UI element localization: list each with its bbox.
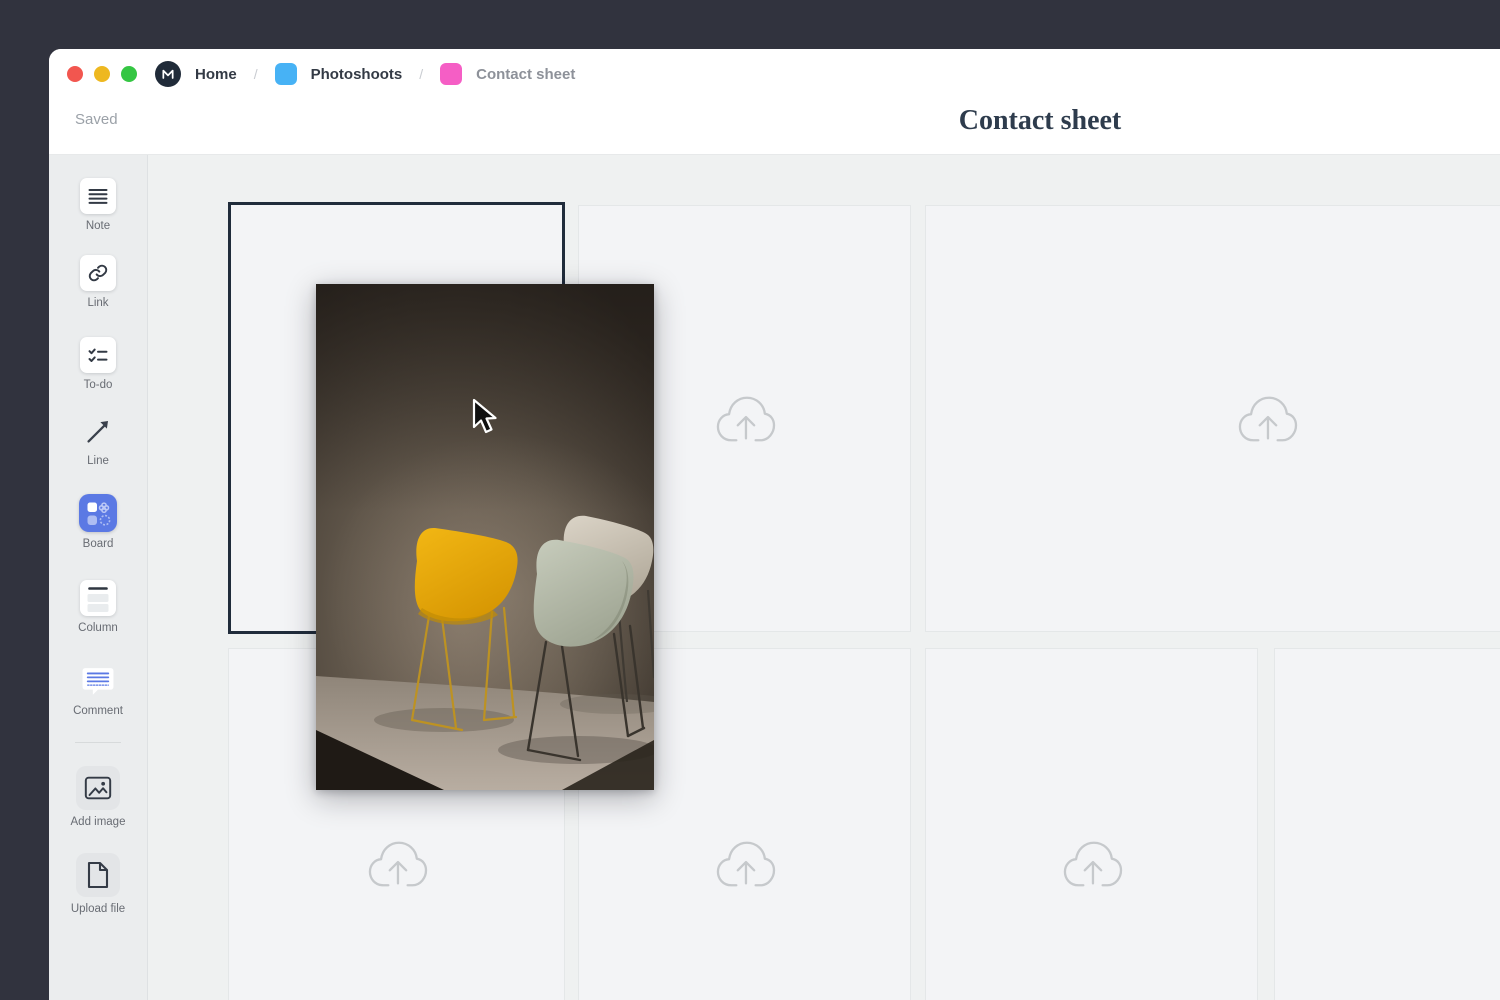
sidebar-item-add-image[interactable]: Add image: [49, 766, 147, 828]
dragged-photo-chairs[interactable]: [316, 284, 654, 790]
cloud-upload-icon: [712, 835, 778, 893]
breadcrumb-separator: /: [416, 66, 426, 82]
grid-cell-upload[interactable]: [925, 205, 1500, 632]
sidebar-item-note[interactable]: Note: [49, 178, 147, 232]
grid-cell-upload[interactable]: [925, 648, 1258, 1000]
board-canvas[interactable]: [148, 155, 1500, 1000]
breadcrumb: Home / Photoshoots / Contact sheet: [155, 49, 575, 99]
cloud-upload-icon: [1234, 390, 1300, 448]
sidebar-item-column[interactable]: Column: [49, 580, 147, 634]
sidebar-item-board[interactable]: Board: [49, 494, 147, 550]
link-icon: [80, 255, 116, 291]
close-button[interactable]: [67, 66, 83, 82]
screenshot-root: { "frame": { "color": "#31333e" }, "titl…: [0, 0, 1500, 1000]
cloud-upload-icon: [364, 835, 430, 893]
sidebar-item-link[interactable]: Link: [49, 255, 147, 309]
breadcrumb-separator: /: [251, 66, 261, 82]
add-image-icon: [76, 766, 120, 810]
sidebar-item-line[interactable]: Line: [49, 413, 147, 467]
blue-board-swatch-icon[interactable]: [275, 63, 297, 85]
column-icon: [80, 580, 116, 616]
cloud-upload-icon: [1059, 835, 1125, 893]
breadcrumb-photoshoots[interactable]: Photoshoots: [311, 66, 403, 83]
save-status: Saved: [75, 111, 118, 128]
toolbar-sidebar: Note Link To-do: [49, 155, 148, 1000]
cloud-upload-icon: [712, 390, 778, 448]
line-arrow-icon: [80, 413, 116, 449]
todo-icon: [80, 337, 116, 373]
app-window: Home / Photoshoots / Contact sheet Saved…: [49, 49, 1500, 1000]
sidebar-item-comment[interactable]: Comment: [49, 663, 147, 717]
breadcrumb-contact-sheet[interactable]: Contact sheet: [476, 66, 575, 83]
board-title[interactable]: Contact sheet: [959, 105, 1122, 137]
sidebar-divider: [75, 742, 121, 743]
board-icon: [79, 494, 117, 532]
minimize-button[interactable]: [94, 66, 110, 82]
chairs-photo: [316, 284, 654, 790]
pink-board-swatch-icon[interactable]: [440, 63, 462, 85]
zoom-button[interactable]: [121, 66, 137, 82]
upload-file-icon: [76, 853, 120, 897]
breadcrumb-home[interactable]: Home: [195, 66, 237, 83]
grid-cell-upload[interactable]: [1274, 648, 1500, 1000]
note-icon: [80, 178, 116, 214]
milanote-logo-icon[interactable]: [155, 61, 181, 87]
comment-icon: [80, 663, 116, 699]
sidebar-item-upload-file[interactable]: Upload file: [49, 853, 147, 915]
sidebar-item-todo[interactable]: To-do: [49, 337, 147, 391]
app-header: Home / Photoshoots / Contact sheet Saved…: [49, 49, 1500, 155]
